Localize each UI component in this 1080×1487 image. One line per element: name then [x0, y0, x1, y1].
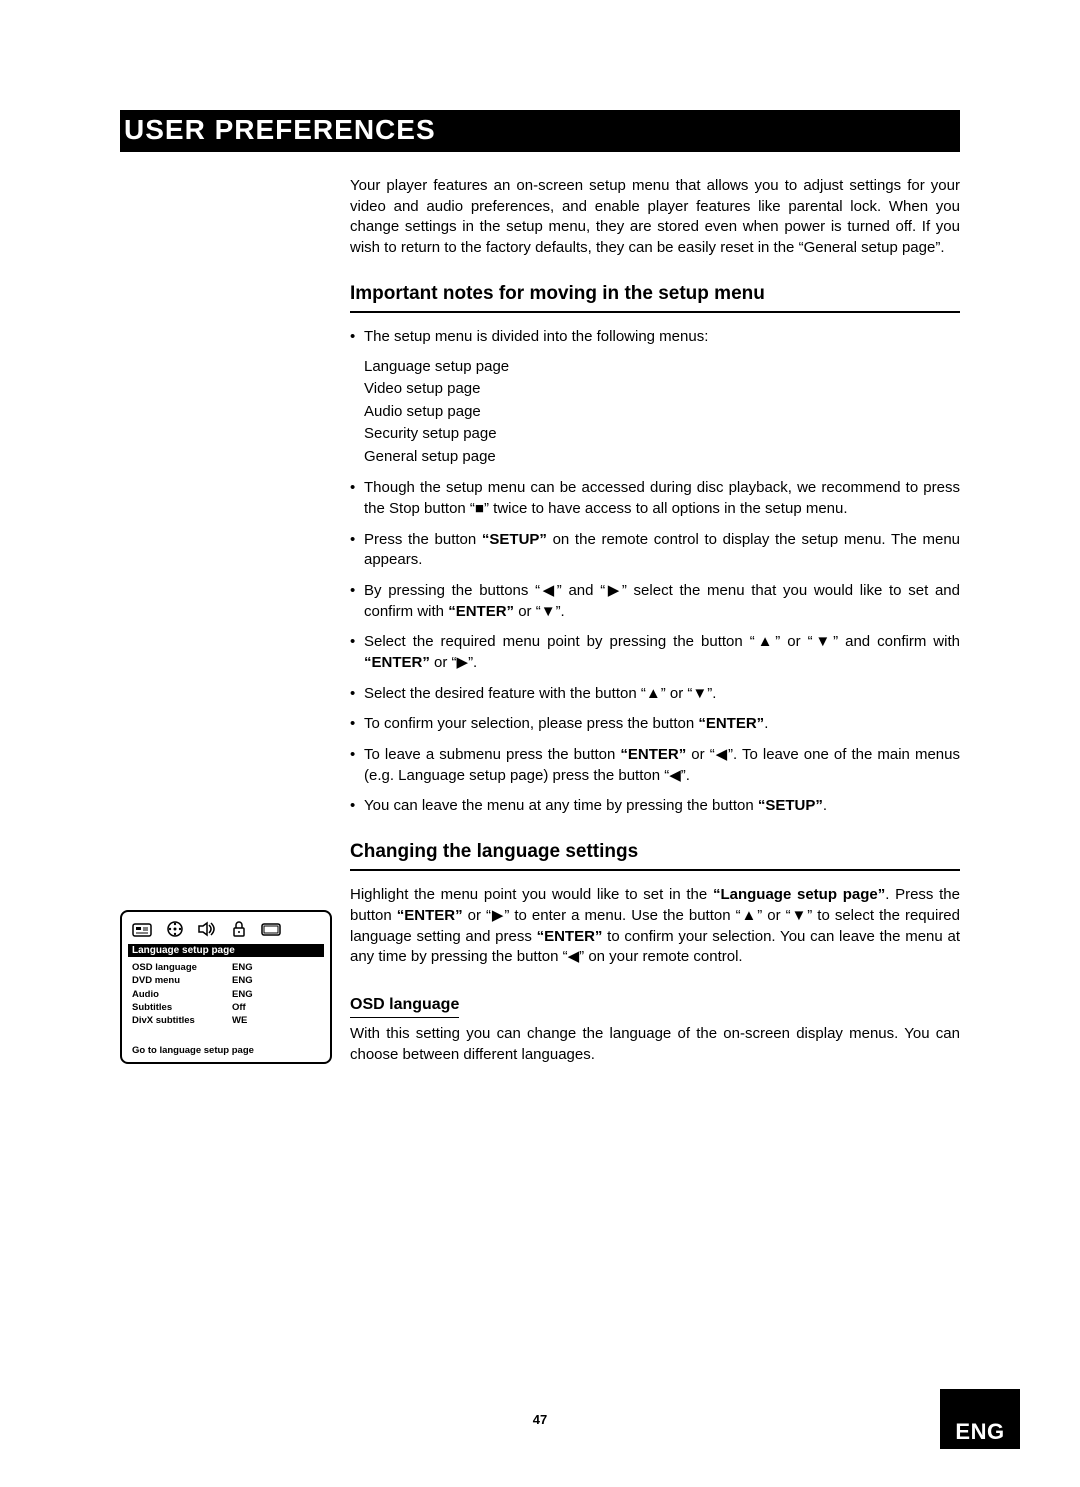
menu-name: General setup page	[364, 446, 960, 469]
menu-name: Video setup page	[364, 378, 960, 401]
bullet-item: •To leave a submenu press the button “EN…	[350, 745, 960, 786]
section-heading-language: Changing the language settings	[350, 839, 960, 865]
osd-language-paragraph: With this setting you can change the lan…	[350, 1024, 960, 1065]
language-edge-tab: ENG	[940, 1389, 1020, 1449]
lock-tab-icon	[232, 920, 246, 938]
intro-paragraph: Your player features an on-screen setup …	[350, 176, 960, 259]
menu-name: Language setup page	[364, 356, 960, 379]
osd-tab-icons	[128, 918, 324, 942]
osd-screenshot-panel: Language setup page OSD languageENG DVD …	[120, 910, 332, 1064]
heading-underline	[350, 311, 960, 313]
osd-footer-text: Go to language setup page	[128, 1045, 324, 1056]
bullet-item: •You can leave the menu at any time by p…	[350, 796, 960, 817]
manual-page: USER PREFERENCES Your player features an…	[0, 0, 1080, 1487]
general-tab-icon	[260, 921, 282, 937]
setup-menu-list: Language setup page Video setup page Aud…	[364, 356, 960, 469]
osd-row: AudioENG	[128, 988, 324, 1001]
audio-tab-icon	[198, 921, 218, 937]
bullet-item: •Press the button “SETUP” on the remote …	[350, 530, 960, 571]
bullet-item: •By pressing the buttons “◀” and “▶” sel…	[350, 581, 960, 622]
bullet-item: •Select the desired feature with the but…	[350, 684, 960, 705]
section-title-bar: USER PREFERENCES	[120, 110, 960, 152]
osd-row: OSD languageENG	[128, 961, 324, 974]
language-change-paragraph: Highlight the menu point you would like …	[350, 885, 960, 968]
page-number: 47	[0, 1412, 1080, 1427]
osd-title: Language setup page	[128, 944, 324, 957]
bullet-item: •Though the setup menu can be accessed d…	[350, 478, 960, 519]
menu-name: Audio setup page	[364, 401, 960, 424]
bullet-item: •Select the required menu point by press…	[350, 632, 960, 673]
video-tab-icon	[166, 920, 184, 938]
menu-name: Security setup page	[364, 423, 960, 446]
bullet-item: •To confirm your selection, please press…	[350, 714, 960, 735]
body-text-column: Your player features an on-screen setup …	[350, 176, 960, 1076]
section-heading-notes: Important notes for moving in the setup …	[350, 281, 960, 307]
bullet-item: • The setup menu is divided into the fol…	[350, 327, 960, 348]
bullet-text: The setup menu is divided into the follo…	[364, 327, 960, 348]
osd-row: SubtitlesOff	[128, 1001, 324, 1014]
subsection-heading-osd: OSD language	[350, 994, 459, 1018]
osd-row: DVD menuENG	[128, 974, 324, 987]
heading-underline	[350, 869, 960, 871]
language-tab-icon	[132, 921, 152, 937]
osd-row: DivX subtitlesWE	[128, 1014, 324, 1027]
